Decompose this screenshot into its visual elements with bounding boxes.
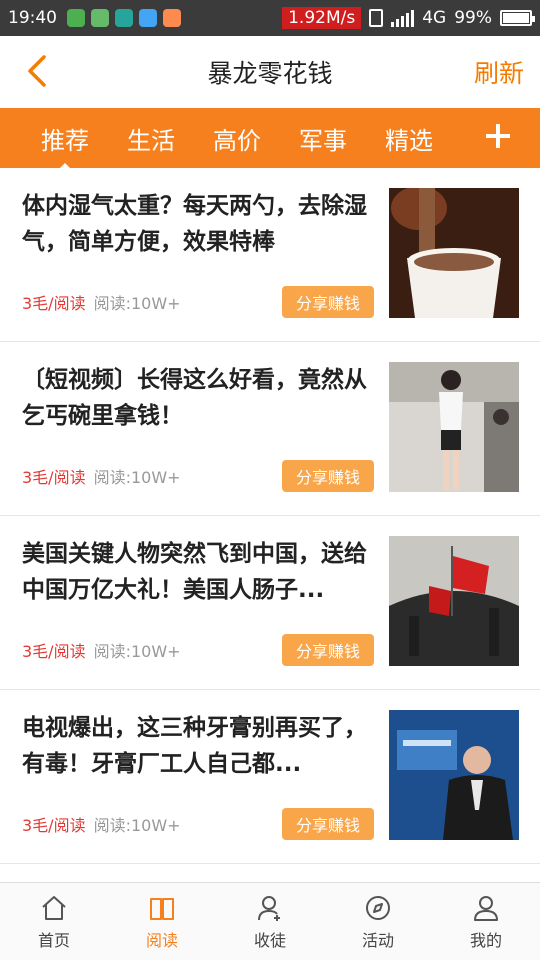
nav-home[interactable]: 首页 xyxy=(0,883,108,960)
title-bar: 暴龙零花钱 刷新 xyxy=(0,36,540,108)
notification-icons xyxy=(67,9,181,27)
nav-read[interactable]: 阅读 xyxy=(108,883,216,960)
article-title: 〔短视频〕长得这么好看，竟然从乞丐碗里拿钱！ xyxy=(22,367,367,429)
tab-recommend[interactable]: 推荐 xyxy=(22,121,108,172)
wechat-icon xyxy=(67,9,85,27)
article-item[interactable]: 美国关键人物突然飞到中国，送给中国万亿大礼！美国人肠子... 3毛/阅读 阅读:1… xyxy=(0,516,540,690)
article-title: 美国关键人物突然飞到中国，送给中国万亿大礼！美国人肠子... xyxy=(22,541,367,603)
status-bar: 19:40 1.92M/s 4G 99% xyxy=(0,0,540,36)
nav-label: 阅读 xyxy=(145,930,178,950)
article-reads: 阅读:10W+ xyxy=(93,642,181,661)
user-icon xyxy=(471,893,501,923)
bottom-navigation: 首页 阅读 收徒 活动 我的 xyxy=(0,882,540,960)
nav-label: 首页 xyxy=(37,930,70,950)
scan-app-icon xyxy=(115,9,133,27)
nav-mine[interactable]: 我的 xyxy=(432,883,540,960)
article-reads: 阅读:10W+ xyxy=(93,816,181,835)
refresh-button[interactable]: 刷新 xyxy=(474,54,524,90)
compass-icon xyxy=(363,893,393,923)
vibrate-icon xyxy=(369,9,384,27)
article-meta: 3毛/阅读 阅读:10W+ xyxy=(22,812,181,836)
nav-label: 收徒 xyxy=(253,930,286,950)
article-title: 电视爆出，这三种牙膏别再买了，有毒！牙膏厂工人自己都... xyxy=(22,715,367,777)
home-icon xyxy=(39,893,69,923)
tab-high-price[interactable]: 高价 xyxy=(194,121,280,156)
status-time: 19:40 xyxy=(8,8,57,28)
article-meta: 3毛/阅读 阅读:10W+ xyxy=(22,290,181,314)
share-earn-button[interactable]: 分享赚钱 xyxy=(282,808,374,840)
reader-app-icon xyxy=(163,9,181,27)
back-button[interactable] xyxy=(22,54,56,88)
article-reads: 阅读:10W+ xyxy=(93,468,181,487)
network-speed: 1.92M/s xyxy=(282,7,362,29)
page-title: 暴龙零花钱 xyxy=(207,59,333,88)
add-category-icon[interactable] xyxy=(484,122,512,150)
signal-icon xyxy=(391,9,415,27)
share-earn-button[interactable]: 分享赚钱 xyxy=(282,286,374,318)
article-meta: 3毛/阅读 阅读:10W+ xyxy=(22,638,181,662)
network-type: 4G xyxy=(422,8,447,28)
share-earn-button[interactable]: 分享赚钱 xyxy=(282,634,374,666)
book-icon xyxy=(147,893,177,923)
nav-label: 我的 xyxy=(469,930,502,950)
article-price: 3毛/阅读 xyxy=(22,642,86,661)
news-anchor-image[interactable] xyxy=(389,710,519,840)
article-price: 3毛/阅读 xyxy=(22,468,86,487)
nav-activity[interactable]: 活动 xyxy=(324,883,432,960)
flag-ceremony-image[interactable] xyxy=(389,536,519,666)
article-title: 体内湿气太重？每天两勺，去除湿气，简单方便，效果特棒 xyxy=(22,193,367,255)
battery-icon xyxy=(500,10,535,26)
battery-percent: 99% xyxy=(454,8,492,28)
article-item[interactable]: 体内湿气太重？每天两勺，去除湿气，简单方便，效果特棒 3毛/阅读 阅读:10W+ … xyxy=(0,168,540,342)
tab-featured[interactable]: 精选 xyxy=(366,121,452,156)
article-price: 3毛/阅读 xyxy=(22,294,86,313)
nav-label: 活动 xyxy=(361,930,394,950)
share-earn-button[interactable]: 分享赚钱 xyxy=(282,460,374,492)
article-item[interactable]: 电视爆出，这三种牙膏别再买了，有毒！牙膏厂工人自己都... 3毛/阅读 阅读:10… xyxy=(0,690,540,864)
category-tabs: 推荐 生活 高价 军事 精选 xyxy=(0,108,540,172)
article-feed: 体内湿气太重？每天两勺，去除湿气，简单方便，效果特棒 3毛/阅读 阅读:10W+ … xyxy=(0,168,540,864)
gallery-app-icon xyxy=(139,9,157,27)
street-woman-image[interactable] xyxy=(389,362,519,492)
tab-life[interactable]: 生活 xyxy=(108,121,194,156)
article-meta: 3毛/阅读 阅读:10W+ xyxy=(22,464,181,488)
article-reads: 阅读:10W+ xyxy=(93,294,181,313)
coffee-drink-image[interactable] xyxy=(389,188,519,318)
battery-fill xyxy=(503,13,529,23)
add-person-icon xyxy=(255,893,285,923)
nav-disciples[interactable]: 收徒 xyxy=(216,883,324,960)
article-item[interactable]: 〔短视频〕长得这么好看，竟然从乞丐碗里拿钱！ 3毛/阅读 阅读:10W+ 分享赚钱 xyxy=(0,342,540,516)
tab-military[interactable]: 军事 xyxy=(280,121,366,156)
sync-app-icon xyxy=(91,9,109,27)
chevron-left-icon xyxy=(28,55,46,87)
article-price: 3毛/阅读 xyxy=(22,816,86,835)
